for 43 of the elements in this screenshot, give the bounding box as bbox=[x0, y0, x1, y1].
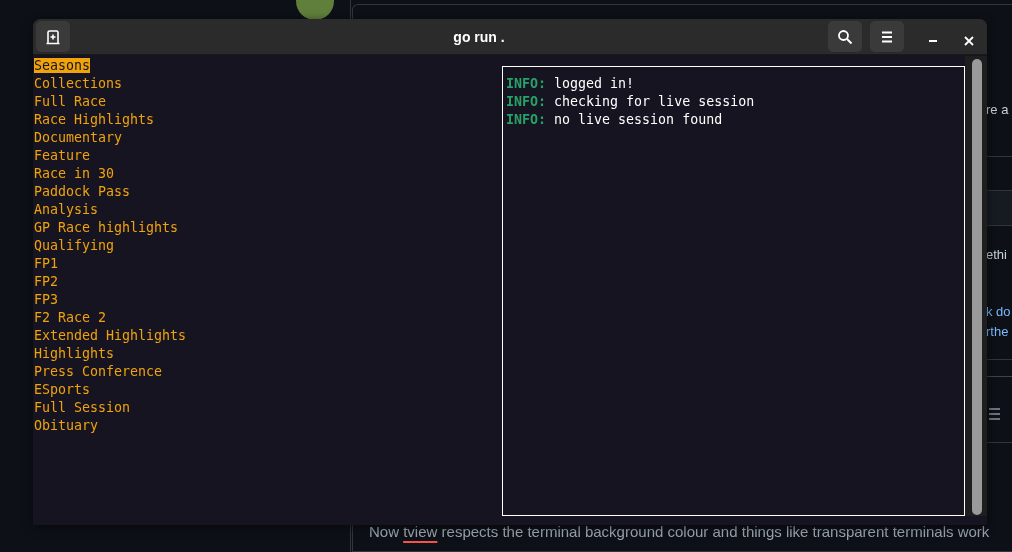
list-icon[interactable] bbox=[989, 408, 1000, 420]
menu-item[interactable]: Paddock Pass bbox=[34, 184, 131, 199]
menu-item[interactable]: Race Highlights bbox=[34, 112, 155, 127]
text-fragment: rthe bbox=[986, 324, 1009, 339]
log-message: checking for live session bbox=[554, 94, 755, 109]
search-button[interactable] bbox=[828, 21, 862, 52]
minimize-icon bbox=[929, 39, 937, 42]
menu-item[interactable]: Feature bbox=[34, 148, 91, 163]
log-level: INFO: bbox=[506, 94, 547, 109]
menu-item[interactable]: Seasons bbox=[34, 58, 91, 73]
comment-text: Now tview respects the terminal background colour and things like transparent terminals work bbox=[369, 523, 990, 540]
text-fragment: ethi bbox=[986, 247, 1007, 262]
menu-button[interactable] bbox=[870, 21, 904, 52]
log-level: INFO: bbox=[506, 76, 547, 91]
new-tab-icon bbox=[45, 28, 61, 45]
menu-item[interactable]: GP Race highlights bbox=[34, 220, 179, 235]
menu-icon bbox=[880, 30, 894, 43]
window-title: go run . bbox=[452, 28, 506, 45]
log-message: no live session found bbox=[554, 112, 723, 127]
menu-item[interactable]: Press Conference bbox=[34, 364, 163, 379]
menu-item[interactable]: Full Race bbox=[34, 94, 107, 109]
menu-item[interactable]: Documentary bbox=[34, 130, 123, 145]
menu-item[interactable]: Highlights bbox=[34, 346, 115, 361]
scrollbar-thumb[interactable] bbox=[972, 59, 982, 515]
menu-item[interactable]: Analysis bbox=[34, 202, 99, 217]
menu-item[interactable]: F2 Race 2 bbox=[34, 310, 107, 325]
menu-item[interactable]: Race in 30 bbox=[34, 166, 115, 181]
menu-item[interactable]: Qualifying bbox=[34, 238, 115, 253]
text-fragment: k do bbox=[986, 304, 1011, 319]
search-icon bbox=[837, 28, 853, 45]
log-level: INFO: bbox=[506, 112, 547, 127]
menu-item[interactable]: FP2 bbox=[34, 274, 59, 289]
menu-item[interactable]: FP1 bbox=[34, 256, 59, 271]
menu-item[interactable]: ESports bbox=[34, 382, 91, 397]
menu-item[interactable]: Obituary bbox=[34, 418, 99, 433]
close-icon bbox=[964, 35, 974, 46]
menu-item[interactable]: Full Session bbox=[34, 400, 131, 415]
menu-item[interactable]: Collections bbox=[34, 76, 123, 91]
log-message: logged in! bbox=[554, 76, 635, 91]
new-tab-button[interactable] bbox=[36, 21, 70, 52]
menu-item[interactable]: Extended Highlights bbox=[34, 328, 187, 343]
menu-item[interactable]: FP3 bbox=[34, 292, 59, 307]
text-fragment: re a bbox=[986, 102, 1009, 117]
